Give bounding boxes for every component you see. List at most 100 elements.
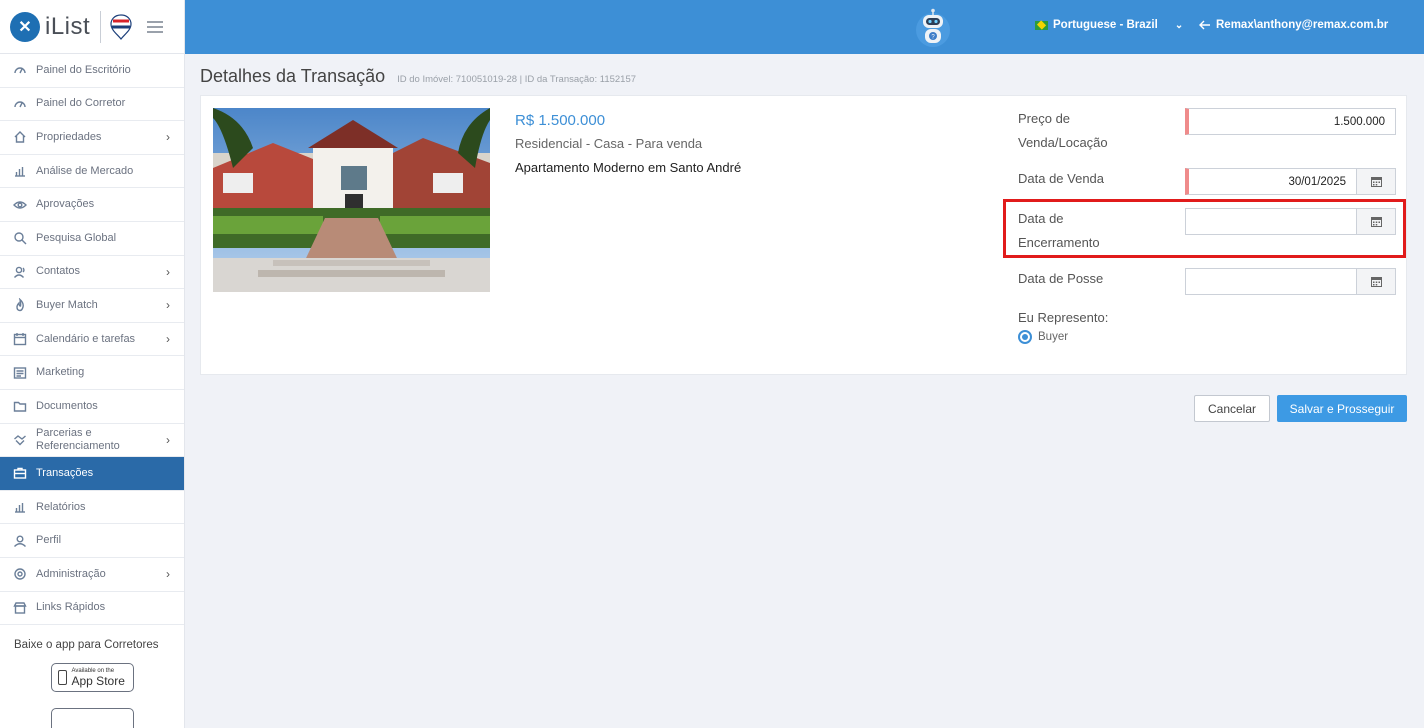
chevron-right-icon: › [166,298,170,313]
ilist-logo-icon[interactable]: ✕ [10,11,40,42]
folder-icon [12,398,28,414]
page-header: Detalhes da Transação ID do Imóvel: 7100… [200,66,636,87]
closing-date-label-line-1: Data de [1018,211,1064,226]
app-promo: Baixe o app para Corretores Available on… [0,625,184,728]
radio-selected-icon[interactable] [1018,330,1032,344]
chevron-right-icon: › [166,264,170,279]
sidebar-item-label: Transações [36,466,94,479]
phone-icon [57,670,67,686]
sidebar-item-marketing[interactable]: Marketing [0,356,184,390]
sidebar-item-label: Painel do Corretor [36,97,126,110]
bar-chart-icon [12,163,28,179]
logout-arrow-icon [1199,20,1210,30]
represent-buyer-label: Buyer [1038,331,1069,343]
gauge-icon [12,96,28,112]
robot-assistant-icon[interactable]: ? [915,8,951,48]
sidebar-item-label: Documentos [36,399,98,412]
user-menu[interactable]: Remax\anthony@remax.com.br [1199,19,1388,31]
transaction-card: R$ 1.500.000 Residencial - Casa - Para v… [200,95,1407,375]
sidebar-item-painel-do-escritorio[interactable]: Painel do Escritório [0,54,184,88]
sidebar-item-calendario-e-tarefas[interactable]: Calendário e tarefas › [0,323,184,357]
property-type: Residencial - Casa - Para venda [515,136,703,151]
google-play-badge[interactable] [50,708,134,728]
language-selector[interactable]: Portuguese - Brazil ⌄ [1035,19,1183,31]
sidebar-item-administracao[interactable]: Administração › [0,558,184,592]
sidebar-item-transacoes[interactable]: Transações [0,457,184,491]
sidebar-item-pesquisa-global[interactable]: Pesquisa Global [0,222,184,256]
sidebar-item-parcerias-e-referenciamento[interactable]: Parcerias e Referenciamento › [0,424,184,458]
sidebar-item-propriedades[interactable]: Propriedades › [0,121,184,155]
search-icon [12,230,28,246]
sidebar-item-relatorios[interactable]: Relatórios [0,491,184,525]
logo-bar: ✕ iList [0,0,184,54]
save-and-continue-button[interactable]: Salvar e Prosseguir [1277,395,1407,422]
sidebar-item-label: Relatórios [36,500,86,513]
sale-date-input[interactable]: 30/01/2025 [1185,168,1396,195]
sidebar-item-aprovacoes[interactable]: Aprovações [0,188,184,222]
property-name[interactable]: Apartamento Moderno em Santo André [515,160,741,175]
property-photo[interactable] [213,108,490,292]
logo-divider [100,10,102,43]
sidebar-item-label: Propriedades [36,130,102,143]
sidebar: ✕ iList Painel do Escritório Painel do Co… [0,0,185,728]
possession-date-input[interactable] [1185,268,1396,295]
chevron-right-icon: › [166,130,170,145]
sidebar-item-links-rapidos[interactable]: Links Rápidos [0,592,184,626]
calendar-icon[interactable] [1356,269,1395,294]
price-value: 1.500.000 [1333,115,1385,128]
sidebar-item-label: Pesquisa Global [36,231,117,244]
app-store-badge[interactable]: Available on the App Store [50,663,134,693]
possession-date-label: Data de Posse [1018,271,1104,286]
price-input[interactable]: 1.500.000 [1185,108,1396,135]
app-store-text: App Store [71,673,125,688]
page-subtitle: ID do Imóvel: 710051019-28 | ID da Trans… [397,74,637,85]
price-label: Preço de Venda/Locação [1018,107,1108,155]
sidebar-item-label: Painel do Escritório [36,63,131,76]
closing-date-input[interactable] [1185,208,1396,235]
sidebar-item-label: Contatos [36,265,81,278]
bar-chart-icon [12,499,28,515]
eye-icon [12,197,28,213]
user-label: Remax\anthony@remax.com.br [1216,19,1389,31]
sidebar-item-documentos[interactable]: Documentos [0,390,184,424]
chevron-right-icon: › [166,567,170,582]
briefcase-icon [12,465,28,481]
sidebar-item-label: Buyer Match [36,298,98,311]
gauge-icon [12,62,28,78]
page-title: Detalhes da Transação [200,66,386,86]
calendar-icon[interactable] [1356,209,1395,234]
price-label-line-1: Preço de [1018,111,1071,126]
chevron-right-icon: › [166,432,170,447]
contacts-icon [12,264,28,280]
sidebar-item-label: Marketing [36,366,85,379]
cancel-button[interactable]: Cancelar [1194,395,1270,422]
calendar-icon[interactable] [1356,169,1395,194]
sidebar-item-buyer-match[interactable]: Buyer Match › [0,289,184,323]
sidebar-item-label: Aprovações [36,198,95,211]
store-icon [12,600,28,616]
remax-balloon-icon [110,13,132,40]
top-bar: ? Portuguese - Brazil ⌄ Remax\anthony@re… [185,0,1424,54]
brand-name[interactable]: iList [45,13,90,41]
sidebar-item-label: Calendário e tarefas [36,332,136,345]
language-label: Portuguese - Brazil [1053,19,1158,31]
sidebar-item-label: Administração [36,567,106,580]
sale-date-value: 30/01/2025 [1288,175,1346,188]
handshake-icon [12,432,28,448]
sidebar-item-analise-de-mercado[interactable]: Análise de Mercado [0,155,184,189]
chevron-right-icon: › [166,332,170,347]
user-icon [12,533,28,549]
sidebar-item-perfil[interactable]: Perfil [0,524,184,558]
brazil-flag-icon [1035,20,1048,30]
represent-buyer-option[interactable]: Buyer [1018,330,1068,344]
flame-icon [12,297,28,313]
newspaper-icon [12,365,28,381]
gear-icon [12,566,28,582]
calendar-icon [12,331,28,347]
sidebar-item-label: Perfil [36,534,62,547]
sidebar-item-painel-do-corretor[interactable]: Painel do Corretor [0,88,184,122]
sidebar-item-contatos[interactable]: Contatos › [0,256,184,290]
closing-date-label-line-2: Encerramento [1018,235,1100,250]
property-price: R$ 1.500.000 [515,112,606,129]
menu-toggle-icon[interactable] [147,20,164,33]
